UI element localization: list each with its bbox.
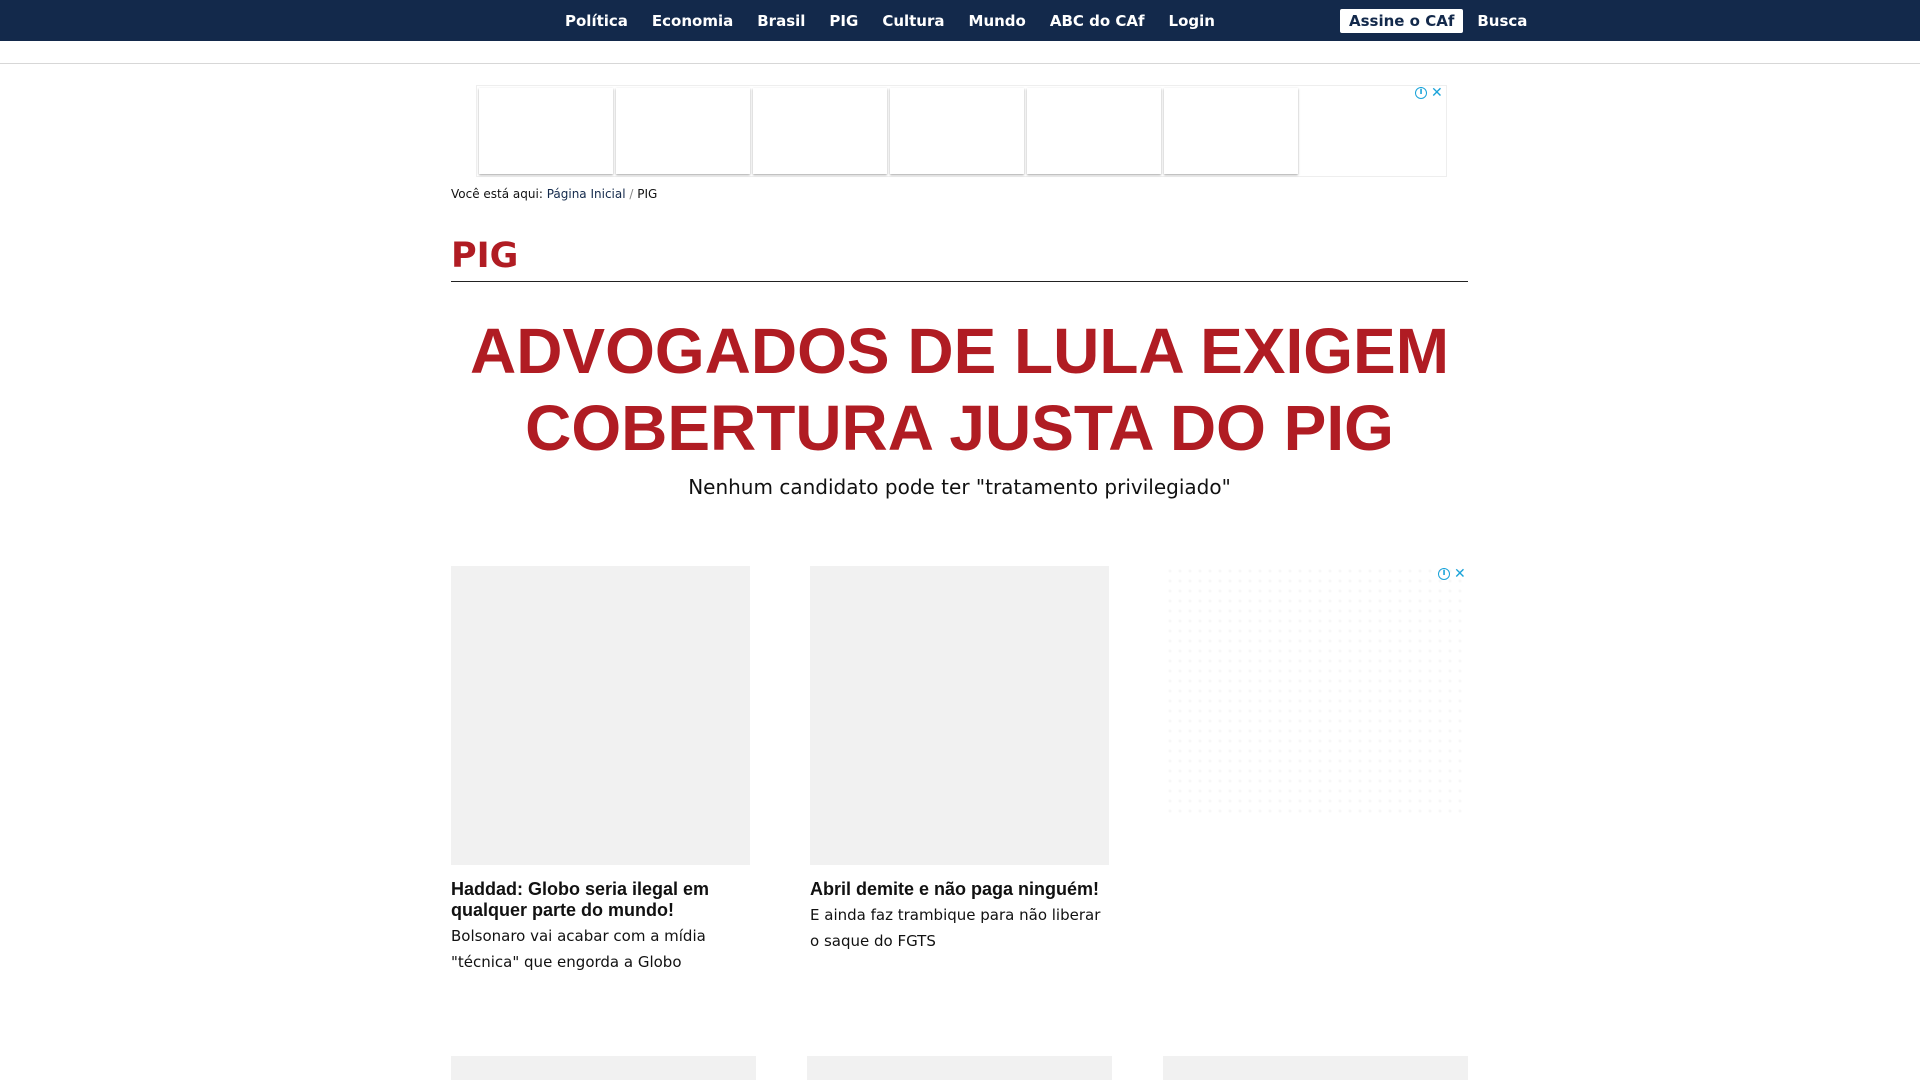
breadcrumb-home-link[interactable]: Página Inicial: [547, 187, 626, 201]
article-headline[interactable]: ADVOGADOS DE LULA EXIGEM COBERTURA JUSTA…: [451, 313, 1468, 467]
nav-item-cultura[interactable]: Cultura: [882, 12, 944, 30]
nav-item-politica[interactable]: Política: [565, 12, 628, 30]
header-divider: [0, 63, 1920, 64]
nav-item-brasil[interactable]: Brasil: [757, 12, 805, 30]
ad-slot[interactable]: [753, 88, 887, 174]
article-subtitle: Nenhum candidato pode ter "tratamento pr…: [688, 475, 1231, 499]
nav-item-abc-do-caf[interactable]: ABC do CAf: [1050, 12, 1145, 30]
ad-slot[interactable]: [1027, 88, 1161, 174]
section-title[interactable]: PIG: [451, 236, 518, 276]
info-icon[interactable]: i: [1438, 568, 1450, 580]
nav-item-mundo[interactable]: Mundo: [969, 12, 1026, 30]
card-image[interactable]: [810, 566, 1109, 865]
card-title[interactable]: Abril demite e não paga ninguém!: [810, 879, 1120, 900]
breadcrumb-prefix: Você está aqui:: [451, 187, 547, 201]
breadcrumb-separator: /: [625, 187, 638, 201]
card-image[interactable]: [807, 1056, 1112, 1080]
card-desc-line: "técnica" que engorda a Globo: [451, 953, 682, 971]
card-image[interactable]: [451, 566, 750, 865]
card-description: E ainda faz trambique para não liberar o…: [810, 902, 1120, 954]
headline-line: COBERTURA JUSTA DO PIG: [525, 392, 1394, 464]
card-desc-line: E ainda faz trambique para não liberar: [810, 906, 1101, 924]
breadcrumb: Você está aqui: Página Inicial / PIG: [451, 187, 657, 201]
ad-controls: i ✕: [1438, 566, 1466, 582]
card-description: Bolsonaro vai acabar com a mídia "técnic…: [451, 923, 750, 975]
close-icon[interactable]: ✕: [1454, 566, 1466, 582]
breadcrumb-current: PIG: [637, 187, 658, 201]
card-title-line: Haddad: Globo seria ilegal em: [451, 879, 710, 899]
ad-slot[interactable]: [890, 88, 1024, 174]
close-icon[interactable]: ✕: [1431, 85, 1443, 101]
nav-item-pig[interactable]: PIG: [829, 12, 858, 30]
card-title-line: qualquer parte do mundo!: [451, 900, 674, 920]
ad-slot[interactable]: [479, 88, 613, 174]
nav-actions: Assine o CAf Busca: [1340, 0, 1527, 41]
card-image[interactable]: [1163, 1056, 1468, 1080]
ad-slot[interactable]: [1164, 88, 1298, 174]
card-title-line: Abril demite e não paga ninguém!: [810, 879, 1100, 899]
main-nav: Política Economia Brasil PIG Cultura Mun…: [565, 0, 1239, 41]
sidebar-ad[interactable]: [1165, 566, 1468, 818]
card-desc-line: o saque do FGTS: [810, 932, 936, 950]
subscribe-button[interactable]: Assine o CAf: [1340, 8, 1464, 33]
section-divider: [451, 281, 1468, 282]
ad-slot[interactable]: [616, 88, 750, 174]
nav-item-login[interactable]: Login: [1169, 12, 1215, 30]
nav-item-economia[interactable]: Economia: [652, 12, 733, 30]
search-link[interactable]: Busca: [1477, 12, 1527, 30]
top-navigation-bar: Política Economia Brasil PIG Cultura Mun…: [0, 0, 1920, 41]
headline-line: ADVOGADOS DE LULA EXIGEM: [469, 315, 1450, 387]
ad-controls: i ✕: [1415, 85, 1443, 101]
card-title[interactable]: Haddad: Globo seria ilegal em qualquer p…: [451, 879, 750, 921]
card-image[interactable]: [451, 1056, 756, 1080]
info-icon[interactable]: i: [1415, 87, 1427, 99]
card-desc-line: Bolsonaro vai acabar com a mídia: [451, 927, 706, 945]
top-ad-banner[interactable]: i ✕: [476, 85, 1447, 177]
